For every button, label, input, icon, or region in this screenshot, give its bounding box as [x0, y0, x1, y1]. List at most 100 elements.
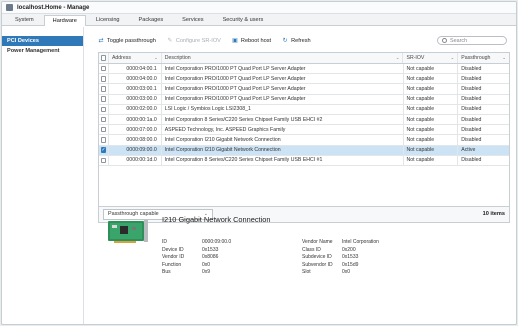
property-value: 0x1533 — [342, 254, 359, 261]
network-card-image — [108, 220, 148, 243]
toolbar: ⇄ Toggle passthrough ✎ Configure SR-IOV … — [98, 36, 507, 46]
property-value: Intel Corporation — [342, 239, 379, 245]
sort-icon: ⌄ — [502, 55, 506, 60]
device-detail-panel: I210 Gigabit Network Connection ID 0000:0… — [98, 203, 510, 283]
property-value: 0x1533 — [202, 246, 219, 253]
row-checkbox[interactable] — [100, 86, 107, 92]
device-property: Vendor ID 0x8086 — [162, 254, 218, 260]
row-checkbox[interactable] — [100, 116, 107, 123]
address-cell: 0000:02:00.0 — [109, 104, 162, 114]
table-row[interactable]: ✓ 0000:09:00.0 Intel Corporation I210 Giga… — [99, 145, 509, 156]
device-property: Class ID 0x200 — [302, 247, 356, 253]
sriov-cell: Not capable — [404, 135, 459, 145]
sriov-cell: Not capable — [404, 94, 459, 104]
description-cell: Intel Corporation PRO/1000 PT Quad Port … — [162, 64, 404, 74]
row-checkbox[interactable] — [100, 106, 107, 113]
sriov-cell: Not capable — [404, 74, 459, 84]
row-checkbox[interactable] — [100, 65, 107, 72]
column-address[interactable]: Address ⌄ — [109, 53, 162, 63]
table-empty-space — [99, 166, 509, 206]
passthrough-cell: Disabled — [461, 65, 482, 72]
search-box[interactable] — [437, 36, 507, 45]
device-title: I210 Gigabit Network Connection — [162, 215, 271, 224]
tab-hardware[interactable]: Hardware — [43, 15, 86, 26]
property-label: Function — [162, 261, 182, 268]
address-cell: 0000:04:00.1 — [109, 64, 162, 74]
device-property: Subvendor ID 0x15d9 — [302, 262, 358, 268]
table-body: 0000:04:00.1 Intel Corporation PRO/1000 P… — [99, 64, 509, 166]
tab-licensing[interactable]: Licensing — [87, 14, 129, 25]
tab-packages[interactable]: Packages — [130, 14, 173, 25]
description-cell: Intel Corporation I210 Gigabit Network C… — [162, 145, 404, 155]
table-row[interactable]: 0000:03:00.0 Intel Corporation PRO/1000 P… — [99, 94, 509, 105]
description-cell: Intel Corporation 8 Series/C220 Series C… — [162, 114, 404, 125]
row-select-cell — [99, 84, 109, 94]
search-input[interactable] — [450, 37, 504, 44]
passthrough-cell: Disabled — [461, 96, 482, 103]
passthrough-cell: Disabled — [461, 157, 482, 164]
tab-services[interactable]: Services — [173, 14, 212, 25]
row-checkbox[interactable] — [100, 126, 107, 133]
table-row[interactable]: 0000:00:1d.0 Intel Corporation 8 Series/C… — [99, 155, 509, 166]
row-checkbox[interactable]: ✓ — [100, 147, 107, 153]
device-property: Function 0x0 — [162, 262, 210, 268]
description-cell: Intel Corporation PRO/1000 PT Quad Port … — [162, 74, 404, 84]
table-row[interactable]: 0000:00:1a.0 Intel Corporation 8 Series/C… — [99, 114, 509, 126]
passthrough-cell: Disabled — [461, 75, 482, 82]
table-row[interactable]: 0000:04:00.0 Intel Corporation PRO/1000 P… — [99, 74, 509, 85]
address-cell: 0000:04:00.0 — [109, 74, 162, 84]
tab-security-users[interactable]: Security & users — [214, 14, 273, 25]
passthrough-cell: Active — [461, 147, 476, 154]
description-cell: Intel Corporation I210 Gigabit Network C… — [162, 135, 404, 145]
toggle-passthrough-button[interactable]: ⇄ Toggle passthrough — [98, 38, 155, 44]
toggle-icon: ⇄ — [98, 38, 104, 44]
row-checkbox[interactable] — [100, 137, 107, 143]
description-cell: Intel Corporation PRO/1000 PT Quad Port … — [162, 84, 404, 94]
row-checkbox[interactable] — [100, 76, 107, 82]
select-all-checkbox[interactable] — [100, 55, 107, 61]
row-select-cell — [99, 104, 109, 114]
configure-sriov-button[interactable]: ✎ Configure SR-IOV — [167, 38, 221, 44]
row-select-cell — [99, 155, 109, 165]
address-cell: 0000:00:1a.0 — [109, 114, 162, 125]
column-passthrough[interactable]: Passthrough ⌄ — [458, 53, 509, 63]
passthrough-cell: Disabled — [461, 136, 482, 143]
table-row[interactable]: 0000:07:00.0 ASPEED Technology, Inc. ASPE… — [99, 125, 509, 136]
address-cell: 0000:08:00.0 — [109, 135, 162, 145]
device-property: Vendor Name Intel Corporation — [302, 239, 379, 245]
row-checkbox[interactable] — [100, 96, 107, 102]
refresh-icon: ↻ — [282, 38, 288, 44]
table-row[interactable]: 0000:08:00.0 Intel Corporation I210 Gigab… — [99, 135, 509, 146]
sidebar-item-pci-devices[interactable]: PCI Devices — [2, 36, 83, 46]
device-property: Subdevice ID 0x1533 — [302, 254, 358, 260]
row-select-cell — [99, 135, 109, 145]
window-title: localhost.Home - Manage — [17, 4, 90, 11]
manage-window: localhost.Home - Manage System Hardware … — [1, 1, 517, 325]
sriov-cell: Not capable — [404, 114, 459, 125]
row-checkbox[interactable] — [100, 157, 107, 164]
property-label: Slot — [302, 269, 311, 276]
sriov-cell: Not capable — [404, 84, 459, 94]
column-description[interactable]: Description ⌄ — [162, 53, 404, 63]
table-row[interactable]: 0000:02:00.0 LSI Logic / Symbios Logic LS… — [99, 104, 509, 115]
sort-icon: ⌄ — [450, 55, 455, 60]
device-property: Slot 0x0 — [302, 269, 350, 275]
refresh-button[interactable]: ↻ Refresh — [282, 38, 311, 44]
tab-bar: System Hardware Licensing Packages Servi… — [2, 14, 516, 26]
property-value: 0x0 — [342, 269, 351, 276]
host-icon — [6, 4, 13, 11]
tab-system[interactable]: System — [6, 14, 43, 25]
sidebar-item-power-management[interactable]: Power Management — [2, 46, 83, 56]
address-cell: 0000:03:00.1 — [109, 84, 162, 94]
column-sriov[interactable]: SR-IOV ⌄ — [403, 53, 459, 63]
property-label: Bus — [162, 269, 171, 276]
table-row[interactable]: 0000:04:00.1 Intel Corporation PRO/1000 P… — [99, 64, 509, 75]
search-icon — [442, 38, 447, 43]
property-value: 0x0 — [202, 261, 211, 268]
address-cell: 0000:09:00.0 — [109, 145, 162, 155]
table-row[interactable]: 0000:03:00.1 Intel Corporation PRO/1000 P… — [99, 84, 509, 95]
reboot-host-button[interactable]: ▣ Reboot host — [232, 38, 271, 44]
address-cell: 0000:07:00.0 — [109, 125, 162, 135]
row-select-cell — [99, 64, 109, 74]
passthrough-cell: Disabled — [461, 85, 482, 92]
